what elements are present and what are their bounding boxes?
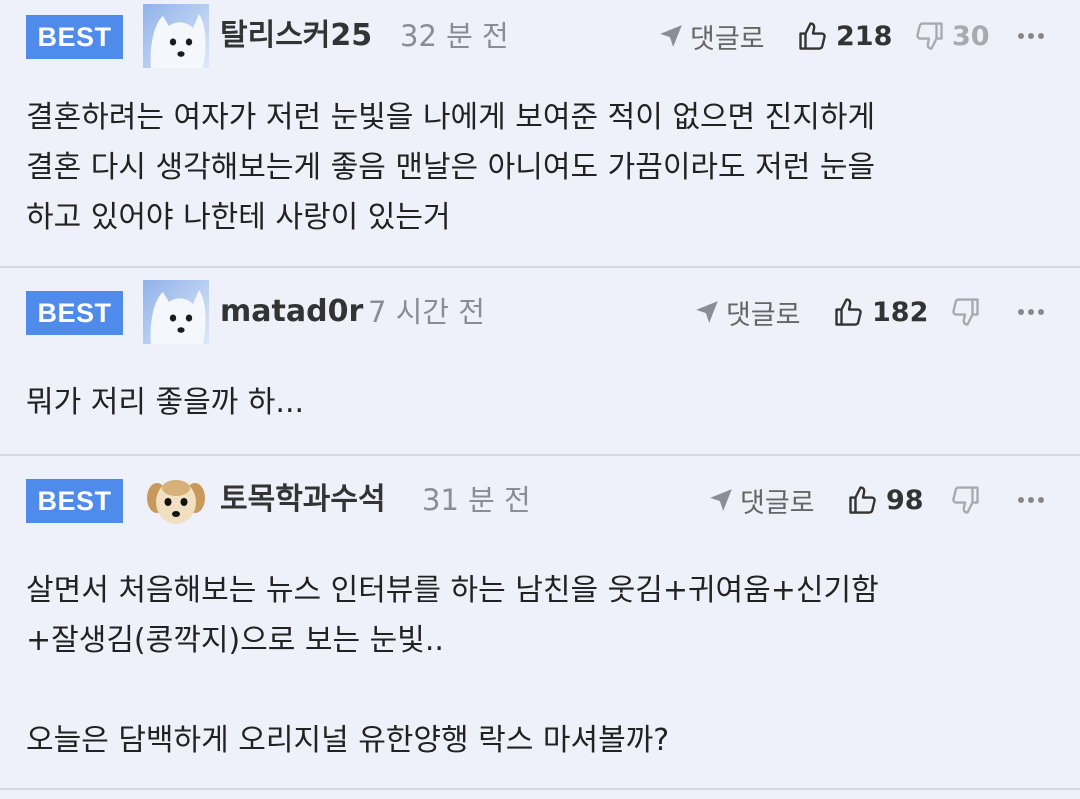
comment-line: +잘생김(콩깍지)으로 보는 눈빛.. xyxy=(26,623,444,658)
reply-button[interactable]: 댓글로 xyxy=(694,292,801,332)
reply-label: 댓글로 xyxy=(740,487,815,519)
comment-body: 결혼하려는 여자가 저런 눈빛을 나에게 보여준 적이 없으면 진지하게 결혼 … xyxy=(26,93,1056,243)
thumbs-down-icon xyxy=(950,485,980,515)
comment-item: BEST 탈리스커25 32 분 전 댓글로 218 30 결혼하려는 여자가 … xyxy=(0,0,1080,268)
comment-item: BEST 토목학과수석 31 분 전 댓글로 98 살면서 처음해보는 뉴스 인… xyxy=(0,456,1080,790)
comment-line: 결혼하려는 여자가 저런 눈빛을 나에게 보여준 적이 없으면 진지하게 xyxy=(26,100,876,135)
reply-button[interactable]: 댓글로 xyxy=(658,16,765,56)
send-arrow-icon xyxy=(658,23,684,49)
puppy-avatar-icon[interactable] xyxy=(143,468,209,532)
best-badge: BEST xyxy=(26,479,123,523)
like-count: 182 xyxy=(872,296,929,328)
comment-header: BEST matad0r 7 시간 전 댓글로 182 xyxy=(0,268,1080,348)
comment-line: 하고 있어야 나한테 사랑이 있는거 xyxy=(26,200,451,235)
comment-line: 결혼 다시 생각해보는게 좋음 맨날은 아니여도 가끔이라도 저런 눈을 xyxy=(26,150,876,185)
like-button[interactable]: 98 xyxy=(848,480,924,520)
timestamp: 31 분 전 xyxy=(422,483,531,517)
comment-body: 뭐가 저리 좋을까 하... xyxy=(26,378,1056,428)
more-options-icon[interactable] xyxy=(1016,292,1046,332)
dislike-button[interactable] xyxy=(950,480,988,520)
send-arrow-icon xyxy=(694,299,720,325)
like-button[interactable]: 182 xyxy=(834,292,928,332)
more-options-icon[interactable] xyxy=(1016,480,1046,520)
reply-label: 댓글로 xyxy=(726,299,801,331)
best-badge: BEST xyxy=(26,291,123,335)
dislike-button[interactable]: 30 xyxy=(914,16,990,56)
like-count: 98 xyxy=(886,484,924,516)
username[interactable]: 탈리스커25 xyxy=(220,16,372,56)
white-dog-avatar-icon[interactable] xyxy=(143,280,209,344)
dislike-count: 30 xyxy=(952,20,990,52)
timestamp: 32 분 전 xyxy=(400,19,509,53)
username[interactable]: matad0r xyxy=(220,292,363,332)
dislike-button[interactable] xyxy=(950,292,988,332)
username[interactable]: 토목학과수석 xyxy=(220,480,386,520)
thumbs-up-icon xyxy=(848,485,878,515)
timestamp: 7 시간 전 xyxy=(368,295,485,329)
comment-line: 뭐가 저리 좋을까 하... xyxy=(26,385,305,420)
reply-label: 댓글로 xyxy=(690,23,765,55)
like-count: 218 xyxy=(836,20,893,52)
reply-button[interactable]: 댓글로 xyxy=(708,480,815,520)
send-arrow-icon xyxy=(708,487,734,513)
more-options-icon[interactable] xyxy=(1016,16,1046,56)
thumbs-up-icon xyxy=(798,21,828,51)
comment-header: BEST 탈리스커25 32 분 전 댓글로 218 30 xyxy=(0,0,1080,72)
comment-line: 오늘은 담백하게 오리지널 유한양행 락스 마셔볼까? xyxy=(26,723,670,758)
thumbs-up-icon xyxy=(834,297,864,327)
comment-header: BEST 토목학과수석 31 분 전 댓글로 98 xyxy=(0,456,1080,536)
best-badge: BEST xyxy=(26,15,123,59)
comment-line xyxy=(26,666,1056,716)
comment-body: 살면서 처음해보는 뉴스 인터뷰를 하는 남친을 웃김+귀여움+신기함 +잘생김… xyxy=(26,566,1056,766)
white-dog-avatar-icon[interactable] xyxy=(143,4,209,68)
comment-item: BEST matad0r 7 시간 전 댓글로 182 뭐가 저리 좋을까 하.… xyxy=(0,268,1080,456)
thumbs-down-icon xyxy=(914,21,944,51)
thumbs-down-icon xyxy=(950,297,980,327)
like-button[interactable]: 218 xyxy=(798,16,892,56)
comment-line: 살면서 처음해보는 뉴스 인터뷰를 하는 남친을 웃김+귀여움+신기함 xyxy=(26,573,879,608)
